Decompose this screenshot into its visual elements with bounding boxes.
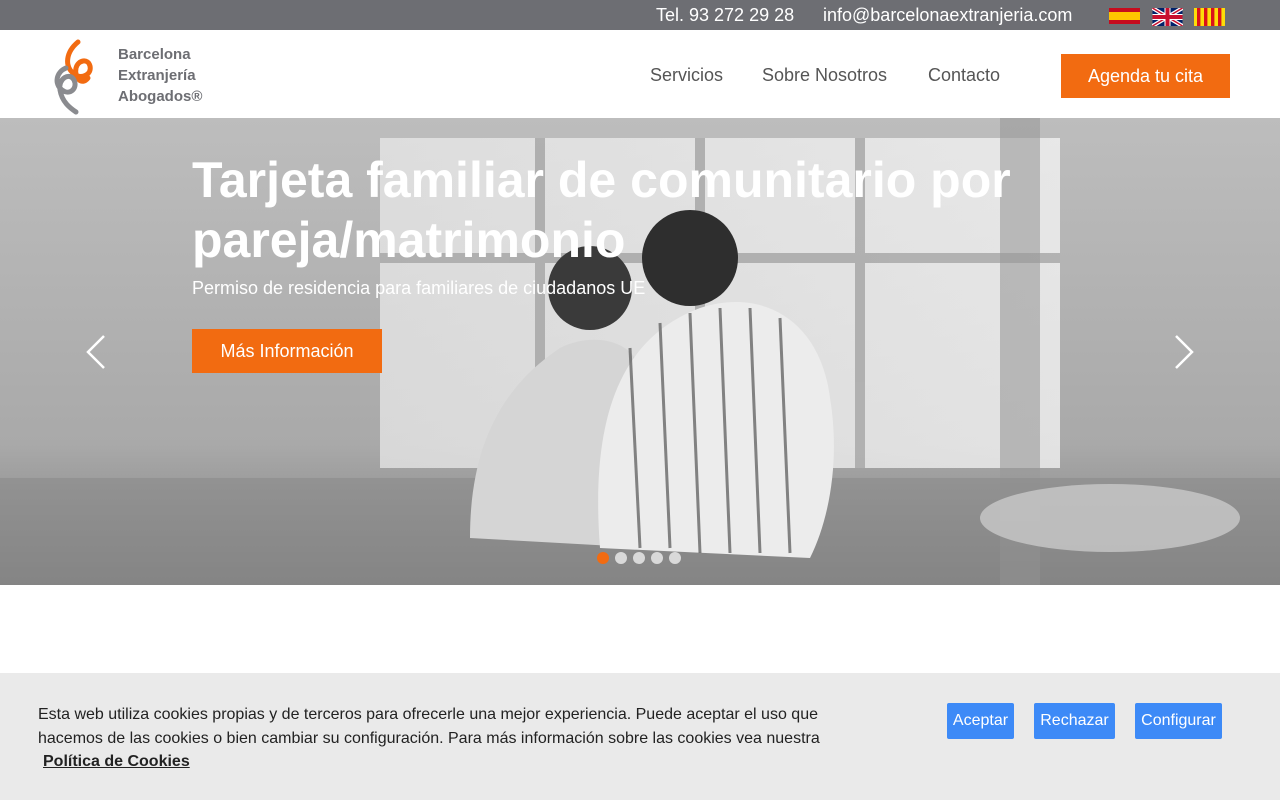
logo-mark-icon bbox=[54, 39, 93, 115]
phone-link[interactable]: Tel. 93 272 29 28 bbox=[656, 5, 794, 26]
top-contact-bar: Tel. 93 272 29 28 info@barcelonaextranje… bbox=[0, 0, 1280, 30]
slider-dot[interactable] bbox=[669, 552, 681, 564]
more-info-button[interactable]: Más Información bbox=[192, 329, 382, 373]
cookie-banner: Esta web utiliza cookies propias y de te… bbox=[0, 673, 1280, 800]
hero-subtitle: Permiso de residencia para familiares de… bbox=[192, 278, 646, 298]
hero-slider: Tarjeta familiar de comunitario por pare… bbox=[0, 118, 1280, 585]
chevron-left-icon[interactable] bbox=[84, 332, 108, 372]
chevron-right-icon[interactable] bbox=[1172, 332, 1196, 372]
cookie-message: Esta web utiliza cookies propias y de te… bbox=[38, 706, 820, 747]
slider-dot[interactable] bbox=[597, 552, 609, 564]
nav-servicios[interactable]: Servicios bbox=[650, 65, 723, 86]
cookie-policy-link[interactable]: Política de Cookies bbox=[43, 753, 190, 771]
slider-dot[interactable] bbox=[633, 552, 645, 564]
logo-text: Barcelona Extranjería Abogados® bbox=[118, 44, 202, 107]
logo-line: Barcelona bbox=[118, 46, 191, 63]
uk-flag-icon[interactable] bbox=[1152, 8, 1183, 26]
site-header: Barcelona Extranjería Abogados® Servicio… bbox=[0, 30, 1280, 118]
accept-cookies-button[interactable]: Aceptar bbox=[947, 703, 1014, 739]
spanish-flag-icon[interactable] bbox=[1109, 8, 1140, 24]
slider-dots bbox=[597, 552, 687, 566]
slider-dot[interactable] bbox=[615, 552, 627, 564]
logo-line: Abogados® bbox=[118, 88, 203, 105]
slider-dot[interactable] bbox=[651, 552, 663, 564]
logo-line: Extranjería bbox=[118, 67, 196, 84]
book-appointment-button[interactable]: Agenda tu cita bbox=[1061, 54, 1230, 98]
catalan-flag-icon[interactable] bbox=[1194, 8, 1225, 26]
reject-cookies-button[interactable]: Rechazar bbox=[1034, 703, 1115, 739]
nav-sobre-nosotros[interactable]: Sobre Nosotros bbox=[762, 65, 887, 86]
email-link[interactable]: info@barcelonaextranjeria.com bbox=[823, 5, 1072, 26]
nav-contacto[interactable]: Contacto bbox=[928, 65, 1000, 86]
configure-cookies-button[interactable]: Configurar bbox=[1135, 703, 1222, 739]
site-logo[interactable]: Barcelona Extranjería Abogados® bbox=[52, 38, 212, 116]
hero-title: Tarjeta familiar de comunitario por pare… bbox=[192, 152, 1011, 268]
